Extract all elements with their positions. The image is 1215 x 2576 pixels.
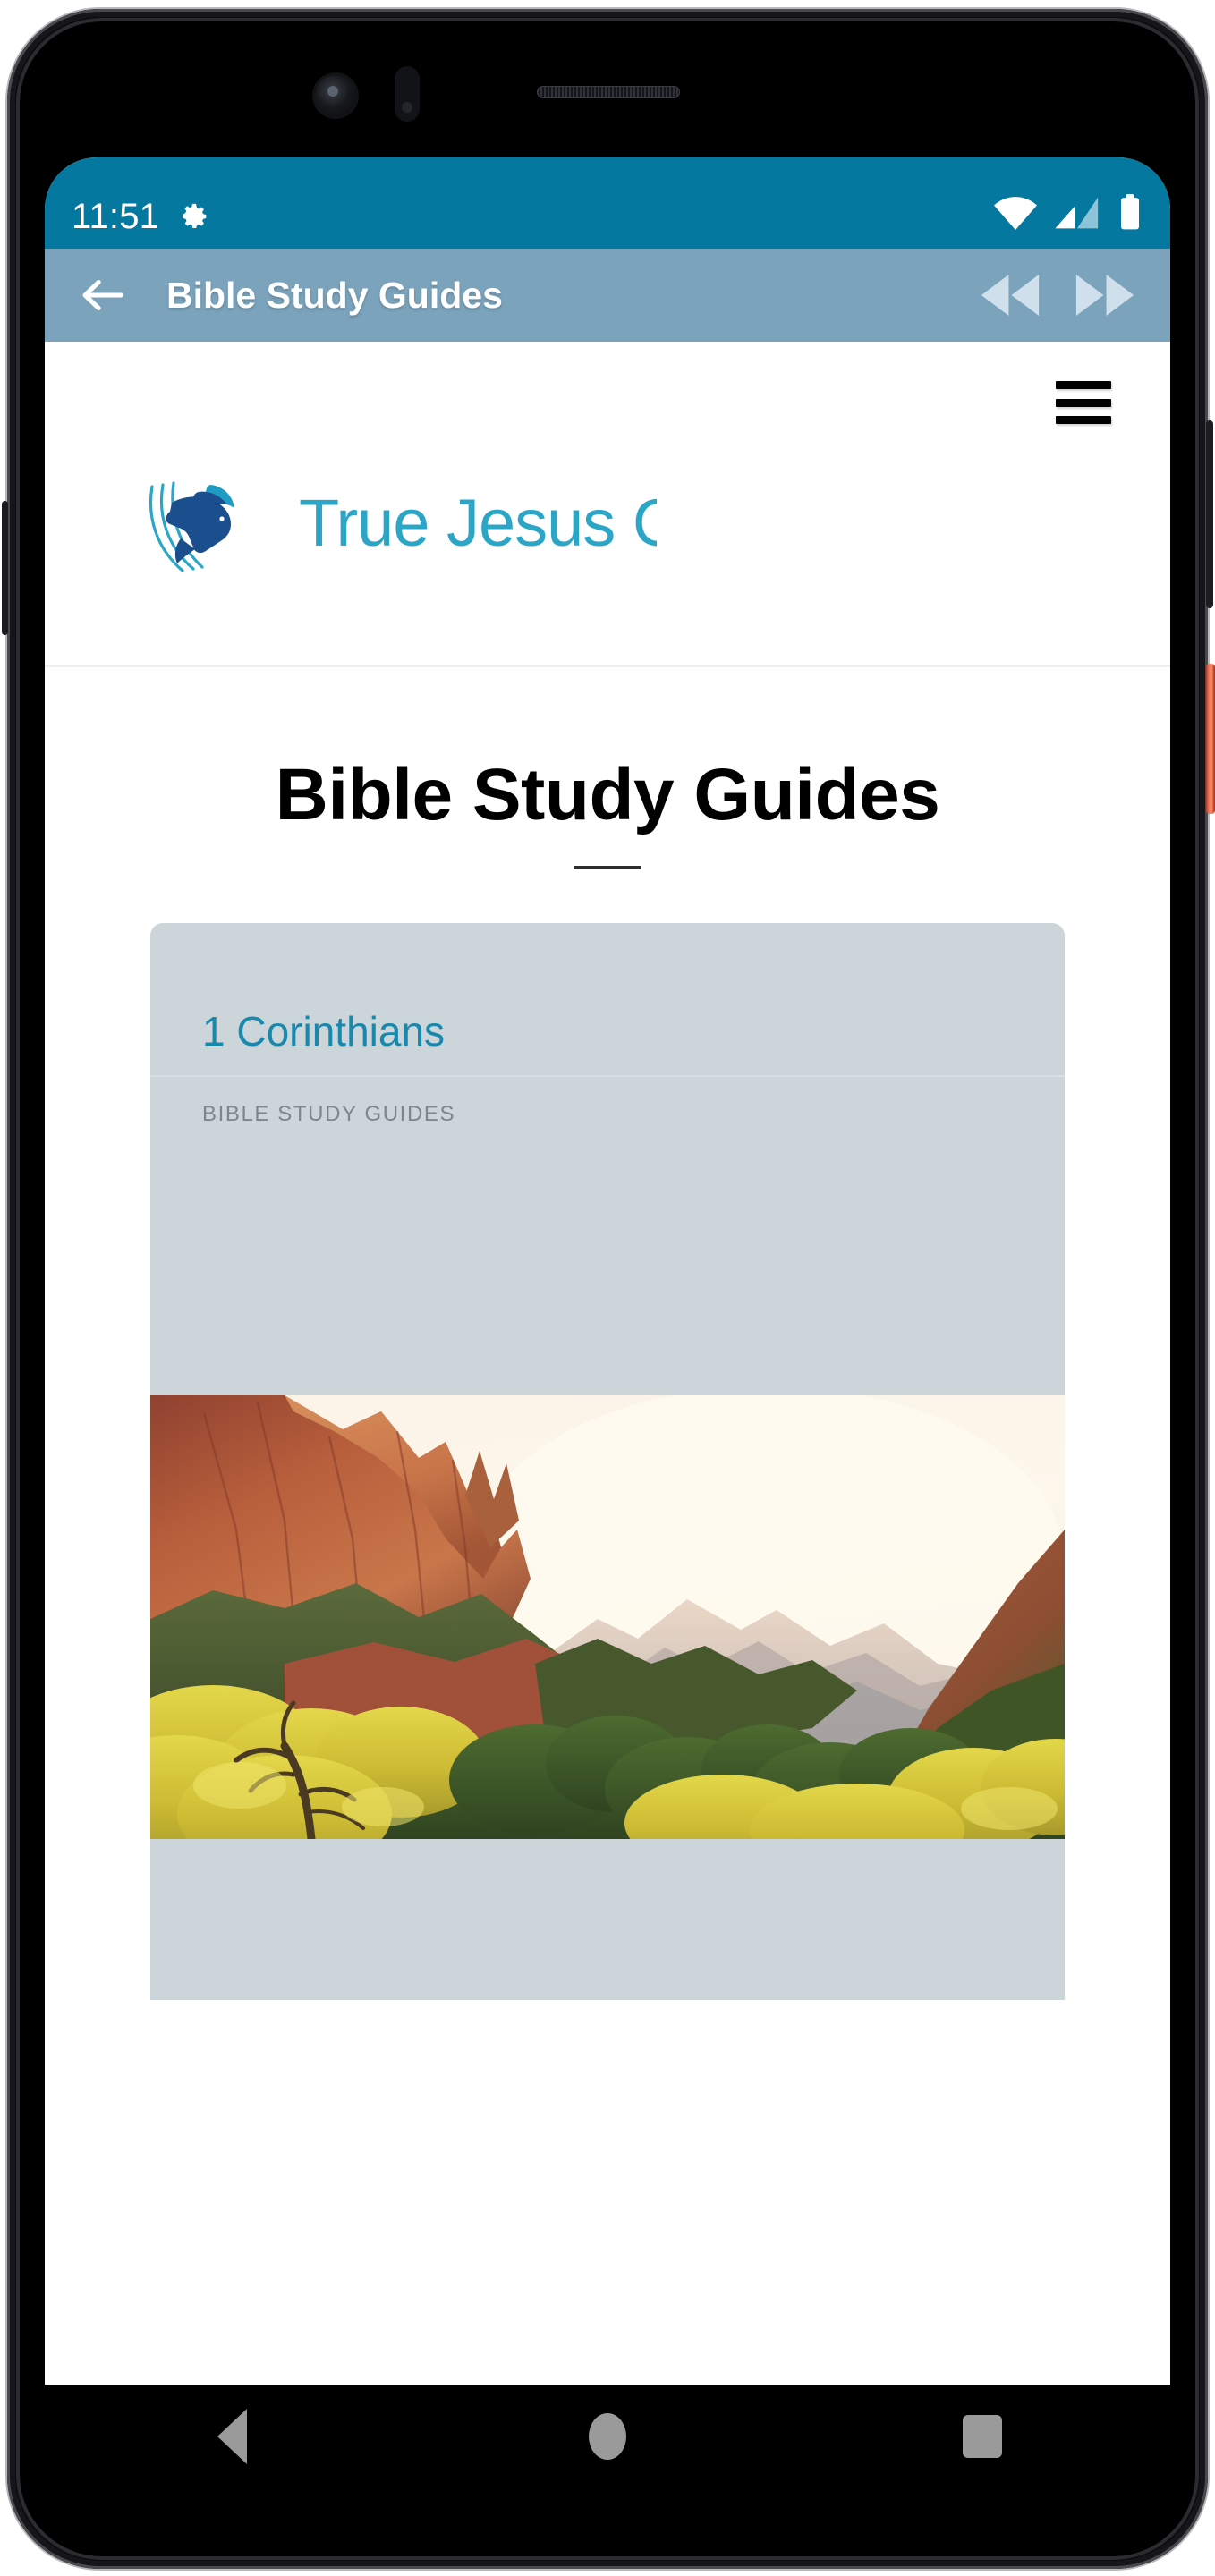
dove-logo-icon [145, 472, 293, 580]
brand-logo-link[interactable]: True Jesus Church [145, 472, 841, 580]
page-heading-section: Bible Study Guides [45, 667, 1170, 870]
webview-content: True Jesus Church Bible Study Guides 1 C… [45, 342, 1170, 2385]
device-screen: 11:51 Bible Study Guides True Jesus C Bi… [45, 157, 1170, 2385]
android-navigation-bar [45, 2385, 1170, 2488]
rewind-button[interactable] [975, 264, 1045, 326]
nav-back-glyph [217, 2409, 248, 2464]
front-camera-lens [315, 75, 356, 116]
gear-icon [179, 201, 209, 232]
phone-power-button[interactable] [1206, 664, 1215, 814]
nav-back-triangle-icon[interactable] [179, 2401, 286, 2472]
nav-home-circle-icon[interactable] [554, 2401, 661, 2472]
wifi-full-icon [993, 196, 1038, 234]
toolbar-title: Bible Study Guides [166, 274, 503, 316]
status-bar-left-group: 11:51 [72, 199, 209, 234]
phone-volume-button[interactable] [1206, 420, 1213, 608]
brand-wordmark: True Jesus Church [299, 483, 841, 569]
hamburger-bar-2 [1056, 398, 1111, 407]
nav-home-glyph [588, 2413, 626, 2460]
guide-card-kicker: BIBLE STUDY GUIDES [202, 1102, 456, 1127]
guide-card-footer-space [150, 1839, 1065, 2000]
fast-forward-button[interactable] [1070, 264, 1140, 326]
page-title: Bible Study Guides [275, 754, 940, 835]
status-bar-right-group [993, 194, 1143, 234]
back-button[interactable] [75, 267, 131, 323]
hamburger-bar-3 [1056, 416, 1111, 424]
guide-card-spacer [150, 1127, 1065, 1395]
guide-card[interactable]: 1 Corinthians BIBLE STUDY GUIDES [150, 923, 1065, 2001]
cell-signal-icon [1054, 196, 1100, 234]
nav-recents-glyph [963, 2415, 1003, 2458]
canyon-landscape-photo [150, 1395, 1065, 1840]
guide-card-header: 1 Corinthians [150, 923, 1065, 1078]
status-bar-clock: 11:51 [72, 197, 160, 236]
svg-text:True Jesus Church: True Jesus Church [299, 486, 657, 560]
hamburger-bar-1 [1056, 381, 1111, 389]
screenshot-root: 11:51 Bible Study Guides True Jesus C Bi… [0, 0, 1215, 2576]
site-header: True Jesus Church [45, 342, 1170, 667]
phone-left-side-button[interactable] [2, 501, 8, 635]
proximity-sensor [395, 66, 420, 122]
battery-full-icon [1117, 194, 1143, 234]
guide-card-title[interactable]: 1 Corinthians [202, 1011, 445, 1052]
hamburger-menu-icon[interactable] [1056, 381, 1111, 424]
earpiece-speaker-grille [537, 86, 680, 98]
nav-recents-square-icon[interactable] [929, 2401, 1036, 2472]
app-toolbar: Bible Study Guides [45, 249, 1170, 342]
android-status-bar: 11:51 [45, 157, 1170, 249]
guide-card-wrapper: 1 Corinthians BIBLE STUDY GUIDES [45, 869, 1170, 2001]
